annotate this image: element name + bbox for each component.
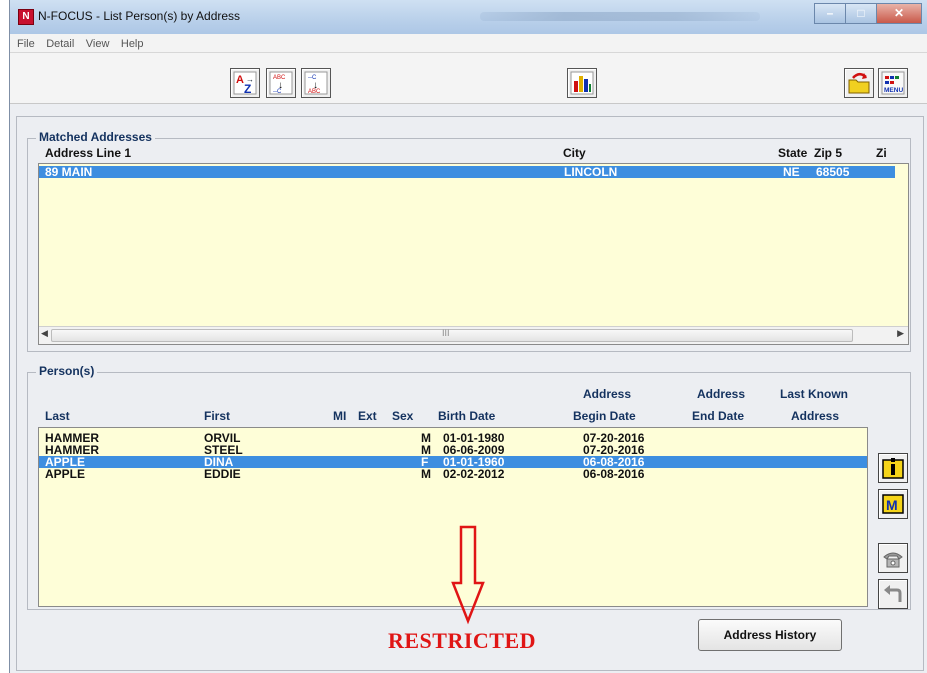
col-last[interactable]: Last [45, 409, 70, 423]
person-row[interactable]: APPLE EDDIE M 02-02-2012 06-08-2016 [39, 467, 867, 481]
sort-az-icon: A → Z [233, 71, 257, 96]
window-title: N-FOCUS - List Person(s) by Address [38, 9, 241, 23]
col-birth-date[interactable]: Birth Date [438, 409, 495, 423]
state-cell: NE [783, 165, 800, 179]
svg-text:M: M [886, 497, 898, 513]
matched-addresses-legend: Matched Addresses [36, 130, 155, 144]
phone-button[interactable] [878, 543, 908, 573]
col-sex[interactable]: Sex [392, 409, 413, 423]
back-button[interactable] [878, 579, 908, 609]
col-state[interactable]: State [778, 146, 807, 160]
address-history-button[interactable]: Address History [698, 619, 842, 651]
blurred-title-region [480, 12, 760, 21]
col-address-end-top[interactable]: Address [697, 387, 745, 401]
col-mi[interactable]: MI [333, 409, 346, 423]
maximize-button[interactable]: □ [845, 3, 877, 24]
toolbar: A → Z ABC ↓ --C --C ↓ ABC MENU [10, 53, 927, 104]
sort-az-button[interactable]: A → Z [230, 68, 260, 98]
col-address-line-1[interactable]: Address Line 1 [45, 146, 131, 160]
m-icon: M [882, 494, 904, 514]
scroll-left-arrow-icon[interactable]: ◀ [41, 328, 48, 339]
minimize-button[interactable]: – [814, 3, 846, 24]
m-button[interactable]: M [878, 489, 908, 519]
scroll-right-arrow-icon[interactable]: ▶ [897, 328, 904, 339]
chart-button[interactable] [567, 68, 597, 98]
col-last-known-address[interactable]: Address [791, 409, 839, 423]
menu-button[interactable]: MENU [878, 68, 908, 98]
back-arrow-icon [884, 585, 902, 602]
col-address-end-date[interactable]: End Date [692, 409, 744, 423]
svg-text:ABC: ABC [308, 89, 321, 95]
phone-icon [883, 552, 903, 568]
svg-text:--C: --C [273, 89, 282, 95]
restricted-annotation: RESTRICTED [388, 628, 537, 653]
svg-text:Z: Z [244, 82, 251, 96]
zip5-cell: 68505 [816, 165, 850, 179]
svg-text:MENU: MENU [884, 87, 903, 94]
persons-legend: Person(s) [36, 364, 98, 378]
main-panel: Matched Addresses Address Line 1 City St… [16, 116, 924, 671]
col-address-begin-date[interactable]: Begin Date [573, 409, 636, 423]
col-last-known-top[interactable]: Last Known [780, 387, 848, 401]
sex-cell: M [421, 467, 431, 481]
menu-help[interactable]: Help [121, 38, 144, 50]
sort-descending-button[interactable]: --C ↓ ABC [301, 68, 331, 98]
matched-addresses-list[interactable]: 89 MAIN LINCOLN NE 68505 ◀ III ▶ [38, 163, 909, 345]
chart-icon [570, 71, 594, 95]
close-button[interactable]: ✕ [876, 3, 922, 24]
city-cell: LINCOLN [564, 165, 618, 179]
info-button[interactable] [878, 453, 908, 483]
menu-detail[interactable]: Detail [46, 38, 74, 50]
scrollbar-thumb[interactable]: III [51, 328, 853, 342]
svg-text:A: A [236, 74, 244, 86]
first-cell: EDDIE [204, 467, 241, 481]
last-cell: APPLE [45, 467, 86, 481]
col-city[interactable]: City [563, 146, 586, 160]
menu-file[interactable]: File [17, 38, 35, 50]
begin-cell: 06-08-2016 [583, 467, 645, 481]
menu-icon: MENU [881, 71, 905, 95]
menu-bar: File Detail View Help [10, 34, 927, 53]
red-down-arrow-icon [451, 525, 485, 625]
col-zip5[interactable]: Zip 5 [814, 146, 842, 160]
col-first[interactable]: First [204, 409, 230, 423]
address-row[interactable]: 89 MAIN LINCOLN NE 68505 [39, 165, 895, 179]
address-cell: 89 MAIN [45, 165, 93, 179]
menu-view[interactable]: View [86, 38, 110, 50]
folder-return-button[interactable] [844, 68, 874, 98]
horizontal-scrollbar[interactable]: ◀ III ▶ [39, 326, 908, 344]
col-ext[interactable]: Ext [358, 409, 377, 423]
col-address-begin-top[interactable]: Address [583, 387, 631, 401]
app-icon: N [18, 9, 34, 25]
title-bar[interactable]: N N-FOCUS - List Person(s) by Address – … [10, 0, 927, 34]
matched-addresses-group: Matched Addresses Address Line 1 City St… [27, 130, 911, 352]
sort-descending-icon: --C ↓ ABC [304, 71, 328, 95]
birth-cell: 02-02-2012 [443, 467, 505, 481]
col-zip4[interactable]: Zi [876, 146, 887, 160]
folder-return-icon [848, 73, 870, 94]
sort-ascending-button[interactable]: ABC ↓ --C [266, 68, 296, 98]
scroll-grip: III [442, 328, 450, 338]
info-icon [882, 458, 904, 479]
sort-ascending-icon: ABC ↓ --C [269, 71, 293, 95]
application-window: N N-FOCUS - List Person(s) by Address – … [9, 0, 927, 673]
